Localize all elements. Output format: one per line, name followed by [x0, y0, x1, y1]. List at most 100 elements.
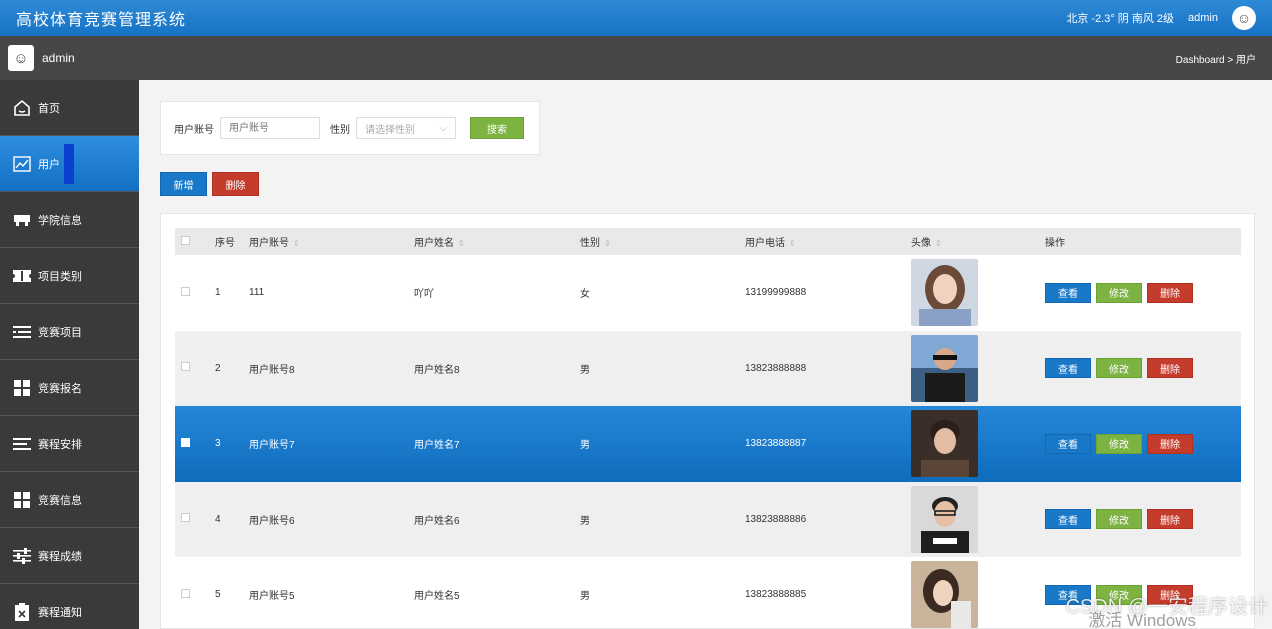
- delete-button[interactable]: 删除: [1147, 358, 1193, 379]
- add-button[interactable]: 新增: [160, 172, 207, 196]
- edit-button[interactable]: 修改: [1096, 282, 1142, 303]
- cell-index: 5: [215, 589, 221, 601]
- table-row[interactable]: 2 用户账号8 用户姓名8 男 13823888888 查看 修改 删除: [175, 330, 1241, 406]
- col-name[interactable]: 用户姓名 ⇕: [408, 228, 574, 255]
- cell-name: 用户姓名6: [414, 515, 460, 527]
- sidebar-item-results[interactable]: 赛程成绩: [0, 528, 139, 584]
- cell-index: 2: [215, 362, 221, 374]
- sidebar-item-users[interactable]: 用户: [0, 136, 139, 192]
- cell-name: 用户姓名7: [414, 440, 460, 452]
- gender-select-placeholder: 请选择性别: [365, 124, 415, 136]
- sort-icon: ⇕: [789, 239, 796, 248]
- sidebar-item-label: 赛程成绩: [38, 550, 82, 563]
- grid-icon: [12, 491, 32, 509]
- row-checkbox[interactable]: [181, 362, 190, 372]
- cell-account: 用户账号5: [249, 591, 295, 603]
- view-button[interactable]: 查看: [1045, 433, 1091, 454]
- cell-gender: 男: [580, 440, 590, 452]
- delete-button[interactable]: 删除: [1147, 282, 1193, 303]
- active-marker: [64, 143, 74, 184]
- user-avatar: ☺: [8, 45, 34, 71]
- edit-button[interactable]: 修改: [1096, 509, 1142, 530]
- sub-username: admin: [42, 51, 75, 65]
- cell-gender: 男: [580, 364, 590, 376]
- sub-user: ☺ admin: [0, 45, 75, 71]
- row-checkbox[interactable]: [181, 513, 190, 523]
- sidebar-item-signup[interactable]: 竞赛报名: [0, 360, 139, 416]
- row-actions: 查看 修改 删除: [1045, 282, 1241, 303]
- action-bar: 新增 删除: [160, 172, 259, 196]
- col-photo[interactable]: 头像 ⇕: [905, 228, 1039, 255]
- sort-icon: ⇕: [935, 239, 942, 248]
- cell-gender: 男: [580, 515, 590, 527]
- avatar-photo: [911, 561, 978, 629]
- list-icon: [12, 435, 32, 453]
- cell-index: 4: [215, 513, 221, 525]
- sort-icon: ⇕: [458, 239, 465, 248]
- view-button[interactable]: 查看: [1045, 282, 1091, 303]
- sidebar-item-label: 竞赛项目: [38, 326, 82, 339]
- sidebar-item-schedule[interactable]: 赛程安排: [0, 416, 139, 472]
- sidebar-item-home[interactable]: 首页: [0, 80, 139, 136]
- table-row[interactable]: 3 用户账号7 用户姓名7 男 13823888887 查看 修改 删除: [175, 406, 1241, 482]
- sliders-icon: [12, 547, 32, 565]
- avatar-photo: [911, 410, 978, 478]
- cell-gender: 男: [580, 591, 590, 603]
- account-label: 用户账号: [174, 124, 214, 136]
- app-title: 高校体育竞赛管理系统: [16, 12, 187, 29]
- sidebar-item-label: 项目类别: [38, 270, 82, 283]
- account-search-input[interactable]: [220, 117, 320, 139]
- sidebar-item-category[interactable]: 项目类别: [0, 248, 139, 304]
- sidebar-item-label: 赛程安排: [38, 438, 82, 451]
- sidebar-item-info[interactable]: 竞赛信息: [0, 472, 139, 528]
- avatar-photo: [911, 485, 978, 553]
- sidebar-item-label: 学院信息: [38, 214, 82, 227]
- gender-select[interactable]: 请选择性别 ⌵: [356, 117, 456, 139]
- top-header: 高校体育竞赛管理系统 北京 -2.3° 阴 南风 2级 admin ☺: [0, 0, 1272, 36]
- ticket-icon: [12, 267, 32, 285]
- view-button[interactable]: 查看: [1045, 358, 1091, 379]
- row-checkbox[interactable]: [181, 437, 190, 447]
- edit-button[interactable]: 修改: [1096, 358, 1142, 379]
- sort-icon: ⇕: [604, 239, 611, 248]
- row-actions: 查看 修改 删除: [1045, 358, 1241, 379]
- cell-name: 吖吖: [414, 289, 434, 301]
- search-button[interactable]: 搜索: [470, 117, 524, 139]
- bulk-delete-button[interactable]: 删除: [212, 172, 259, 196]
- table-row[interactable]: 1 111 吖吖 女 13199999888 查看 修改 删除: [175, 255, 1241, 331]
- cell-index: 1: [215, 287, 221, 299]
- building-icon: [12, 211, 32, 229]
- header-username[interactable]: admin: [1188, 12, 1218, 24]
- row-checkbox[interactable]: [181, 588, 190, 598]
- main-content: 用户账号 性别 请选择性别 ⌵ 搜索 新增 删除 序号 用户账号⇕ 用户姓名⇕: [139, 80, 1272, 629]
- view-button[interactable]: 查看: [1045, 509, 1091, 530]
- select-all-checkbox[interactable]: [181, 235, 190, 245]
- sidebar-item-college[interactable]: 学院信息: [0, 192, 139, 248]
- avatar-photo: [911, 259, 978, 327]
- cell-gender: 女: [580, 289, 590, 301]
- cell-name: 用户姓名5: [414, 591, 460, 603]
- edit-button[interactable]: 修改: [1096, 433, 1142, 454]
- row-checkbox[interactable]: [181, 286, 190, 296]
- user-table: 序号 用户账号 ⇕ 用户姓名 ⇕ 性别 ⇕ 用户电话 ⇕ 头像 ⇕ 操作 1 111 吖吖…: [175, 228, 1241, 629]
- delete-button[interactable]: 删除: [1147, 509, 1193, 530]
- col-account[interactable]: 用户账号 ⇕: [243, 228, 408, 255]
- delete-button[interactable]: 删除: [1147, 433, 1193, 454]
- cell-phone: 13199999888: [745, 287, 807, 299]
- col-gender[interactable]: 性别 ⇕: [574, 228, 739, 255]
- sidebar-item-project[interactable]: 竞赛项目: [0, 304, 139, 360]
- table-header-row: 序号 用户账号 ⇕ 用户姓名 ⇕ 性别 ⇕ 用户电话 ⇕ 头像 ⇕ 操作: [175, 228, 1241, 255]
- sidebar-item-notice[interactable]: 赛程通知: [0, 584, 139, 629]
- sidebar: 首页 用户 学院信息 项目类别 竞赛项目 竞赛报名 赛程安排 竞赛信息 赛程成绩…: [0, 80, 139, 629]
- clipboard-icon: [12, 602, 32, 621]
- table-panel: 序号 用户账号 ⇕ 用户姓名 ⇕ 性别 ⇕ 用户电话 ⇕ 头像 ⇕ 操作 1 111 吖吖…: [160, 213, 1255, 629]
- table-row[interactable]: 4 用户账号6 用户姓名6 男 13823888886 查看 修改 删除: [175, 481, 1241, 557]
- row-actions: 查看 修改 删除: [1045, 433, 1241, 454]
- col-phone[interactable]: 用户电话 ⇕: [739, 228, 905, 255]
- header-avatar[interactable]: ☺: [1232, 6, 1256, 30]
- cell-phone: 13823888888: [745, 362, 807, 374]
- search-panel: 用户账号 性别 请选择性别 ⌵ 搜索: [160, 101, 540, 155]
- sidebar-item-label: 赛程通知: [38, 606, 82, 619]
- home-icon: [12, 99, 32, 117]
- row-actions: 查看 修改 删除: [1045, 509, 1241, 530]
